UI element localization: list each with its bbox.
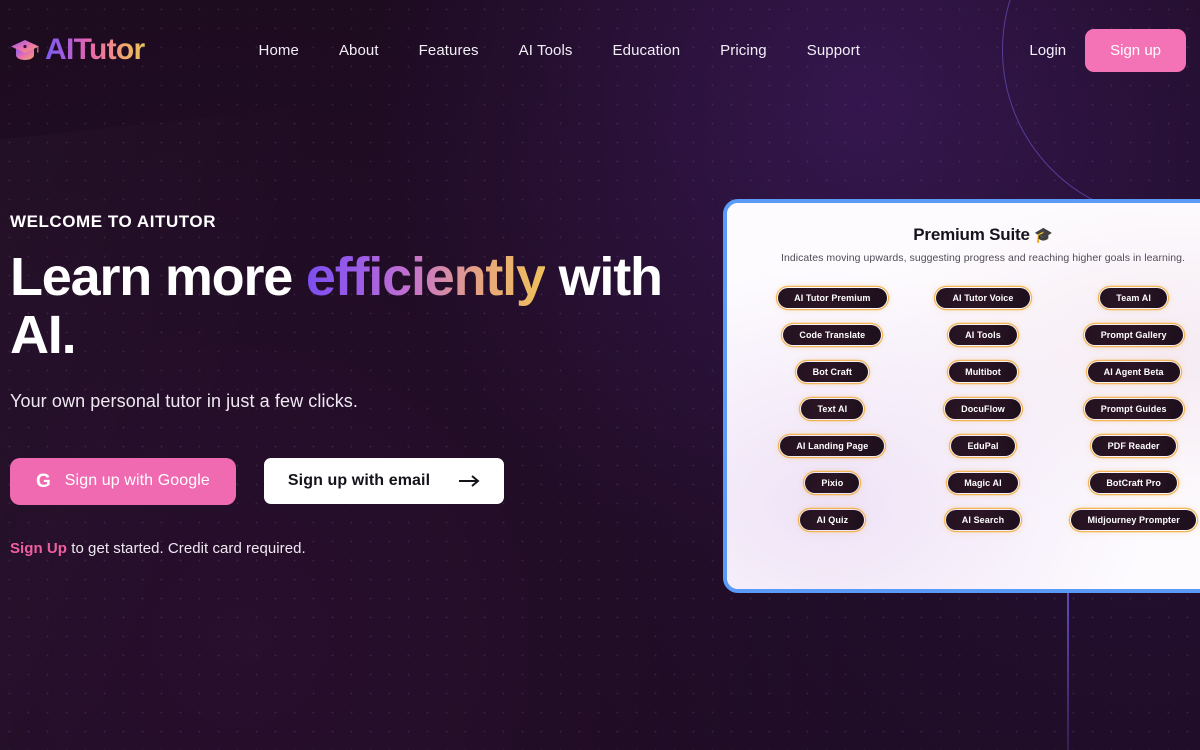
premium-suite-title: Premium Suite 🎓 xyxy=(745,225,1200,245)
cta-row: G Sign up with Google Sign up with email xyxy=(10,457,670,505)
google-g-icon: G xyxy=(36,470,51,492)
graduation-cap-icon xyxy=(10,37,40,63)
hero-eyebrow: WELCOME TO AITUTOR xyxy=(10,212,217,231)
arrow-right-icon xyxy=(458,474,480,488)
hero-subheadline: Your own personal tutor in just a few cl… xyxy=(10,390,359,411)
pill-cell: AI Quiz xyxy=(764,509,901,531)
nav-link-features[interactable]: Features xyxy=(419,42,479,59)
premium-suite-card: Premium Suite 🎓 Indicates moving upwards… xyxy=(723,199,1200,593)
nav-link-pricing[interactable]: Pricing xyxy=(720,42,767,59)
logo[interactable]: AITutor xyxy=(10,33,145,67)
fineprint-text: to get started. Credit card required. xyxy=(67,539,306,557)
pill-cell: Code Translate xyxy=(764,324,901,346)
signup-with-google-button[interactable]: G Sign up with Google xyxy=(10,457,236,505)
pill-cell: Text AI xyxy=(764,398,901,420)
pill-midjourney-prompter[interactable]: Midjourney Prompter xyxy=(1070,509,1196,531)
pill-ai-search[interactable]: AI Search xyxy=(945,509,1021,531)
pill-docuflow[interactable]: DocuFlow xyxy=(944,398,1022,420)
pill-ai-agent-beta[interactable]: AI Agent Beta xyxy=(1087,361,1181,383)
pill-prompt-gallery[interactable]: Prompt Gallery xyxy=(1084,324,1184,346)
pill-cell: Magic AI xyxy=(915,472,1052,494)
pill-text-ai[interactable]: Text AI xyxy=(800,398,864,420)
pill-code-translate[interactable]: Code Translate xyxy=(782,324,882,346)
pill-multibot[interactable]: Multibot xyxy=(948,361,1018,383)
pill-ai-tools[interactable]: AI Tools xyxy=(948,324,1018,346)
pill-pixio[interactable]: Pixio xyxy=(804,472,860,494)
logo-text: AITutor xyxy=(45,33,145,66)
pill-cell: AI Tools xyxy=(915,324,1052,346)
pill-cell: Prompt Guides xyxy=(1065,398,1200,420)
pill-cell: Bot Craft xyxy=(764,361,901,383)
pill-pdf-reader[interactable]: PDF Reader xyxy=(1091,435,1177,457)
pill-prompt-guides[interactable]: Prompt Guides xyxy=(1084,398,1184,420)
page-root: AITutor Home About Features AI Tools Edu… xyxy=(0,0,1200,750)
signup-with-email-label: Sign up with email xyxy=(287,472,431,490)
pill-cell: AI Agent Beta xyxy=(1065,361,1200,383)
pill-cell: Multibot xyxy=(915,361,1052,383)
nav-link-support[interactable]: Support xyxy=(807,42,860,59)
fineprint: Sign Up to get started. Credit card requ… xyxy=(10,540,670,557)
signup-with-google-label: Sign up with Google xyxy=(64,472,210,490)
premium-suite-subtitle: Indicates moving upwards, suggesting pro… xyxy=(780,252,1186,264)
signup-with-email-button[interactable]: Sign up with email xyxy=(263,458,505,505)
decorative-vertical-line xyxy=(1067,592,1069,750)
pill-cell: PDF Reader xyxy=(1065,435,1200,457)
nav-actions: Login Sign up xyxy=(1029,28,1186,72)
page-title: Learn more efficiently with AI. xyxy=(10,248,670,365)
pill-ai-tutor-premium[interactable]: AI Tutor Premium xyxy=(777,287,887,309)
hero-section: WELCOME TO AITUTOR Learn more efficientl… xyxy=(10,212,670,557)
pill-cell: Pixio xyxy=(764,472,901,494)
pill-cell: Prompt Gallery xyxy=(1065,324,1200,346)
premium-suite-pill-grid: AI Tutor Premium AI Tutor Voice Team AI … xyxy=(745,287,1200,531)
pill-team-ai[interactable]: Team AI xyxy=(1099,287,1168,309)
signup-button[interactable]: Sign up xyxy=(1085,28,1186,72)
pill-bot-craft[interactable]: Bot Craft xyxy=(796,361,869,383)
login-link[interactable]: Login xyxy=(1029,42,1066,59)
pill-cell: AI Tutor Premium xyxy=(764,287,901,309)
pill-cell: DocuFlow xyxy=(915,398,1052,420)
premium-suite-card-body: Premium Suite 🎓 Indicates moving upwards… xyxy=(727,203,1200,589)
pill-magic-ai[interactable]: Magic AI xyxy=(947,472,1018,494)
headline-part-1: Learn more xyxy=(10,247,306,307)
nav-link-home[interactable]: Home xyxy=(259,42,299,59)
navbar: AITutor Home About Features AI Tools Edu… xyxy=(0,0,1200,100)
nav-link-about[interactable]: About xyxy=(339,42,379,59)
nav-link-ai-tools[interactable]: AI Tools xyxy=(519,42,573,59)
premium-suite-title-text: Premium Suite xyxy=(913,225,1030,244)
pill-ai-quiz[interactable]: AI Quiz xyxy=(799,509,865,531)
pill-cell: Team AI xyxy=(1065,287,1200,309)
graduation-cap-emoji-icon: 🎓 xyxy=(1034,227,1053,244)
pill-botcraft-pro[interactable]: BotCraft Pro xyxy=(1089,472,1178,494)
pill-cell: BotCraft Pro xyxy=(1065,472,1200,494)
pill-cell: Midjourney Prompter xyxy=(1065,509,1200,531)
pill-edupal[interactable]: EduPal xyxy=(950,435,1015,457)
pill-cell: AI Landing Page xyxy=(764,435,901,457)
nav-link-education[interactable]: Education xyxy=(613,42,681,59)
fineprint-signup-link[interactable]: Sign Up xyxy=(10,540,67,557)
pill-cell: AI Search xyxy=(915,509,1052,531)
pill-ai-tutor-voice[interactable]: AI Tutor Voice xyxy=(935,287,1030,309)
pill-cell: AI Tutor Voice xyxy=(915,287,1052,309)
pill-cell: EduPal xyxy=(915,435,1052,457)
pill-ai-landing-page[interactable]: AI Landing Page xyxy=(779,435,885,457)
nav-links: Home About Features AI Tools Education P… xyxy=(259,42,860,59)
headline-highlight: efficiently xyxy=(305,247,546,307)
